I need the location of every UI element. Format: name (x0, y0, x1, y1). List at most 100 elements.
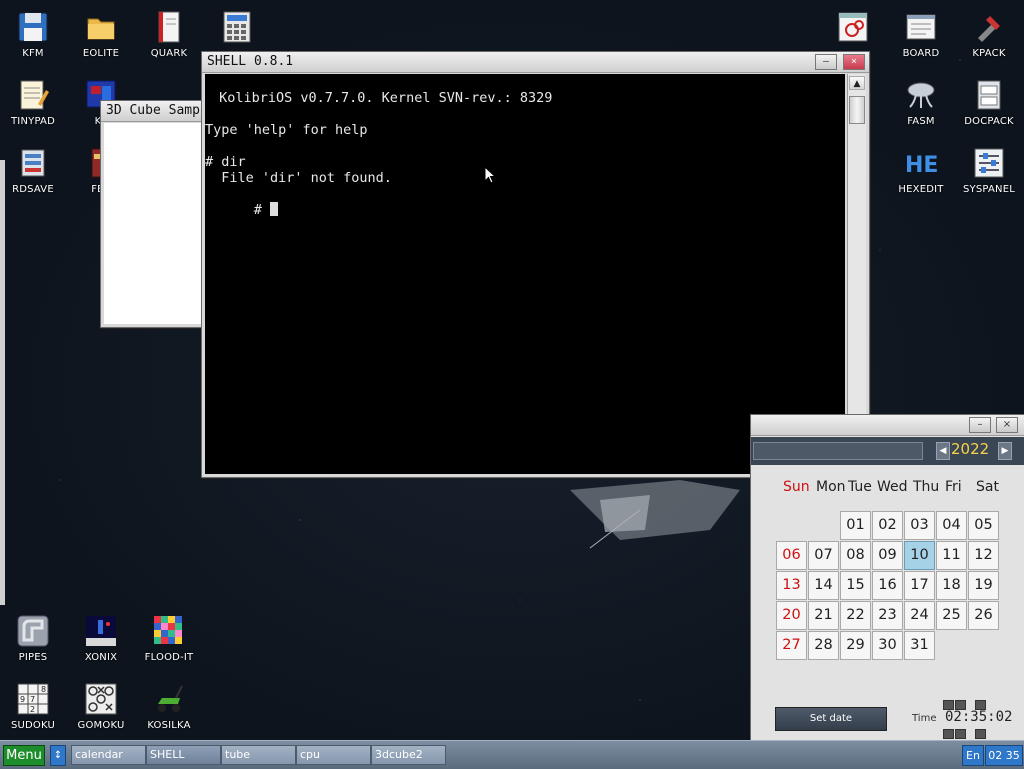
terminal-output[interactable]: KolibriOS v0.7.7.0. Kernel SVN-rev.: 832… (205, 74, 845, 474)
day-cell[interactable]: 22 (840, 601, 871, 630)
time-decrease-hours[interactable] (943, 729, 954, 739)
svg-text:HE: HE (905, 153, 938, 178)
day-cell[interactable]: 02 (872, 511, 903, 540)
task-3dcube2[interactable]: 3dcube2 (371, 745, 446, 765)
day-cell[interactable]: 05 (968, 511, 999, 540)
day-cell[interactable]: 12 (968, 541, 999, 570)
icon-label: BOARD (902, 48, 940, 59)
day-cell[interactable]: 15 (840, 571, 871, 600)
icon-label: XONIX (84, 652, 118, 663)
lawnmower-icon (152, 682, 186, 716)
svg-text:9: 9 (20, 695, 25, 704)
day-cell[interactable]: 31 (904, 631, 935, 660)
day-cell[interactable]: 14 (808, 571, 839, 600)
day-cell[interactable]: 25 (936, 601, 967, 630)
menu-button[interactable]: Menu (3, 745, 45, 766)
desktop-icon-tinypad[interactable]: TINYPAD (1, 78, 65, 127)
desktop-icon-board[interactable]: BOARD (889, 10, 953, 59)
desktop-icon-sudoku[interactable]: 8 972 SUDOKU (1, 682, 65, 731)
notebook-icon (152, 10, 186, 44)
day-cell[interactable]: 08 (840, 541, 871, 570)
set-date-button[interactable]: Set date (775, 707, 887, 731)
month-year-bar: ◀ 2022 ▶ (751, 437, 1024, 465)
board-icon (904, 10, 938, 44)
cube-window-title[interactable]: 3D Cube Samp (101, 101, 202, 122)
desktop-icon-eolite[interactable]: EOLITE (69, 10, 133, 59)
day-cell[interactable]: 23 (872, 601, 903, 630)
close-button[interactable]: × (996, 417, 1018, 433)
svg-text:8: 8 (41, 685, 46, 694)
desktop-icon-rdsave[interactable]: RDSAVE (1, 146, 65, 195)
day-cell[interactable]: 01 (840, 511, 871, 540)
day-cell[interactable]: 11 (936, 541, 967, 570)
taskbar-clock[interactable]: 02 35 (985, 745, 1023, 766)
text-cursor (270, 202, 279, 216)
year-prev-arrow[interactable]: ◀ (936, 442, 950, 460)
day-cell[interactable]: 10 (904, 541, 935, 570)
day-cell[interactable]: 07 (808, 541, 839, 570)
task-calendar[interactable]: calendar (71, 745, 146, 765)
year-next-arrow[interactable]: ▶ (998, 442, 1012, 460)
desktop-icon-xonix[interactable]: XONIX (69, 614, 133, 663)
task-shell[interactable]: SHELL (146, 745, 221, 765)
day-cell[interactable]: 28 (808, 631, 839, 660)
desktop-icon-hexedit[interactable]: HE HEXEDIT (889, 146, 953, 195)
terminal-line: File 'dir' not found. (205, 170, 392, 186)
cube-window[interactable]: 3D Cube Samp (100, 100, 202, 328)
floppy-disk-icon (16, 10, 50, 44)
desktop-icon-kfm[interactable]: KFM (1, 10, 65, 59)
terminal-prompt: # (253, 202, 271, 218)
day-cell[interactable]: 29 (840, 631, 871, 660)
hotkeys-arrow-icon[interactable]: ↕ (50, 745, 66, 766)
task-tube[interactable]: tube (221, 745, 296, 765)
day-cell[interactable]: 16 (872, 571, 903, 600)
icon-label: FASM (907, 116, 935, 127)
month-selector[interactable] (753, 442, 923, 460)
day-cell[interactable]: 26 (968, 601, 999, 630)
day-cell[interactable]: 13 (776, 571, 807, 600)
day-cell[interactable]: 24 (904, 601, 935, 630)
time-decrease-minutes[interactable] (955, 729, 966, 739)
desktop-icon-flood-it[interactable]: FLOOD-IT (137, 614, 201, 663)
keyboard-layout-indicator[interactable]: En (962, 745, 984, 766)
desktop-icon-gomoku[interactable]: GOMOKU (69, 682, 133, 731)
desktop-icon-syspanel[interactable]: SYSPANEL (957, 146, 1021, 195)
left-edge-strip (0, 160, 5, 605)
desktop-icon-pipes[interactable]: PIPES (1, 614, 65, 663)
scroll-thumb[interactable] (849, 96, 865, 124)
terminal-prompt-line[interactable]: # (205, 186, 279, 234)
desktop-icon-cpu[interactable] (821, 10, 885, 48)
hexedit-icon: HE (904, 146, 938, 180)
calendar-window[interactable]: – × ◀ 2022 ▶ Sun Mon Tue Wed Thu Fri Sat 01 02 0… (750, 414, 1024, 742)
desktop-icon-kpack[interactable]: KPACK (957, 10, 1021, 59)
desktop-icon-fasm[interactable]: FASM (889, 78, 953, 127)
task-cpu[interactable]: cpu (296, 745, 371, 765)
desktop-icon-calculator[interactable] (205, 10, 269, 48)
flood-it-icon (152, 614, 186, 648)
terminal-line: # dir (205, 154, 246, 170)
time-decrease-seconds[interactable] (975, 729, 986, 739)
close-button[interactable]: × (843, 54, 865, 70)
minimize-button[interactable]: – (969, 417, 991, 433)
minimize-button[interactable]: – (815, 54, 837, 70)
day-cell[interactable]: 18 (936, 571, 967, 600)
cube-canvas[interactable] (104, 123, 202, 324)
desktop-icon-quark[interactable]: QUARK (137, 10, 201, 59)
day-cell[interactable]: 21 (808, 601, 839, 630)
day-cell[interactable]: 04 (936, 511, 967, 540)
day-cell[interactable]: 19 (968, 571, 999, 600)
day-cell[interactable]: 20 (776, 601, 807, 630)
calendar-title-bar[interactable]: – × (751, 415, 1024, 436)
scroll-up-arrow[interactable]: ▲ (849, 76, 865, 90)
day-cell[interactable]: 27 (776, 631, 807, 660)
kpack-icon (972, 10, 1006, 44)
day-cell[interactable]: 06 (776, 541, 807, 570)
day-cell[interactable]: 03 (904, 511, 935, 540)
day-cell[interactable]: 17 (904, 571, 935, 600)
day-cell[interactable]: 30 (872, 631, 903, 660)
weekday-thu: Thu (913, 479, 940, 495)
desktop-icon-docpack[interactable]: DOCPACK (957, 78, 1021, 127)
shell-title-bar[interactable]: SHELL 0.8.1 – × (202, 52, 869, 73)
desktop-icon-kosilka[interactable]: KOSILKA (137, 682, 201, 731)
day-cell[interactable]: 09 (872, 541, 903, 570)
